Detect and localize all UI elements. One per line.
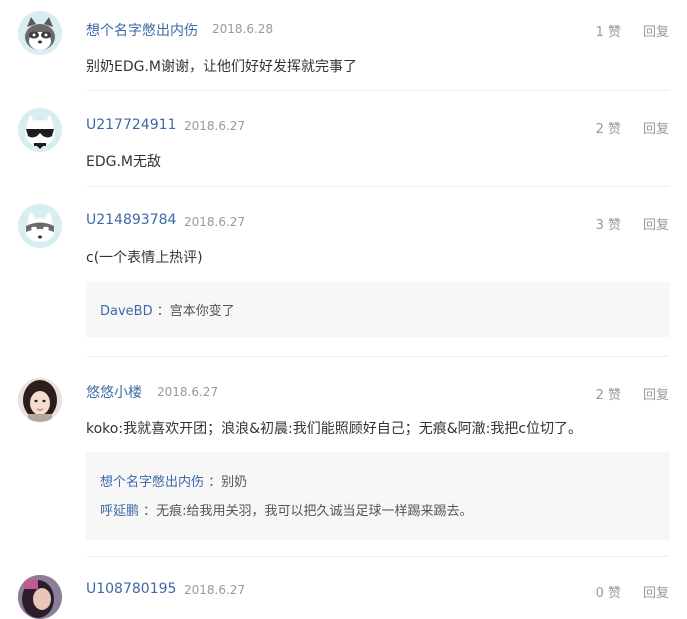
comment-username[interactable]: U214893784 (86, 212, 176, 228)
comment-username[interactable]: U217724911 (86, 117, 176, 133)
sub-reply: 想个名字憋出内伤 ：别奶 (100, 471, 247, 490)
comment-text: 别奶EDG.M谢谢，让他们好好发挥就完事了 (86, 59, 358, 75)
sub-reply-box: DaveBD ：宫本你变了 (86, 282, 670, 337)
comment-username[interactable]: U108780195 (86, 581, 176, 597)
comment-date: 2018.6.27 (184, 119, 246, 133)
comment-date: 2018.6.28 (212, 22, 274, 36)
comment-text: EDG.M无敌 (86, 154, 162, 170)
sub-reply: DaveBD ：宫本你变了 (100, 300, 235, 319)
like-button[interactable]: 2 赞 (596, 118, 621, 137)
comment-text: c(一个表情上热评) (86, 250, 203, 266)
like-button[interactable]: 2 赞 (596, 384, 621, 403)
comment-divider (86, 90, 669, 91)
photo-avatar-icon[interactable] (18, 575, 62, 619)
like-button[interactable]: 3 赞 (596, 214, 621, 233)
reply-button[interactable]: 回复 (643, 21, 669, 40)
sub-reply-text: ：别奶 (208, 475, 248, 490)
sub-reply-box: 想个名字憋出内伤 ：别奶 呼延鹏 ：无痕:给我用关羽，我可以把久诚当足球一样踢来… (86, 452, 670, 540)
raccoon-avatar-icon[interactable] (18, 11, 62, 55)
like-button[interactable]: 0 赞 (596, 582, 621, 601)
sub-reply-text: ：无痕:给我用关羽，我可以把久诚当足球一样踢来踢去。 (143, 504, 473, 519)
comment-username[interactable]: 悠悠小楼 (86, 382, 142, 402)
masked-avatar-icon[interactable] (18, 204, 62, 248)
sub-reply-text: ：宫本你变了 (156, 304, 235, 319)
comment-divider (86, 556, 669, 557)
comment-date: 2018.6.27 (184, 583, 246, 597)
reply-button[interactable]: 回复 (643, 214, 669, 233)
like-button[interactable]: 1 赞 (596, 21, 621, 40)
comment-divider (86, 356, 669, 357)
comment-date: 2018.6.27 (184, 215, 246, 229)
photo-avatar-icon[interactable] (18, 378, 62, 422)
reply-button[interactable]: 回复 (643, 384, 669, 403)
comment-text: koko:我就喜欢开团；浪浪&初晨:我们能照顾好自己；无痕&阿澈:我把c位切了。 (86, 421, 583, 437)
sub-reply: 呼延鹏 ：无痕:给我用关羽，我可以把久诚当足球一样踢来踢去。 (100, 500, 473, 519)
sub-reply-username[interactable]: 呼延鹏 (100, 504, 139, 519)
comment-username[interactable]: 想个名字憋出内伤 (86, 20, 198, 40)
comment-divider (86, 186, 669, 187)
sub-reply-username[interactable]: DaveBD (100, 304, 153, 319)
sub-reply-username[interactable]: 想个名字憋出内伤 (100, 475, 204, 490)
comment-date: 2018.6.27 (157, 385, 219, 399)
reply-button[interactable]: 回复 (643, 118, 669, 137)
reply-button[interactable]: 回复 (643, 582, 669, 601)
sunglasses-avatar-icon[interactable] (18, 108, 62, 152)
